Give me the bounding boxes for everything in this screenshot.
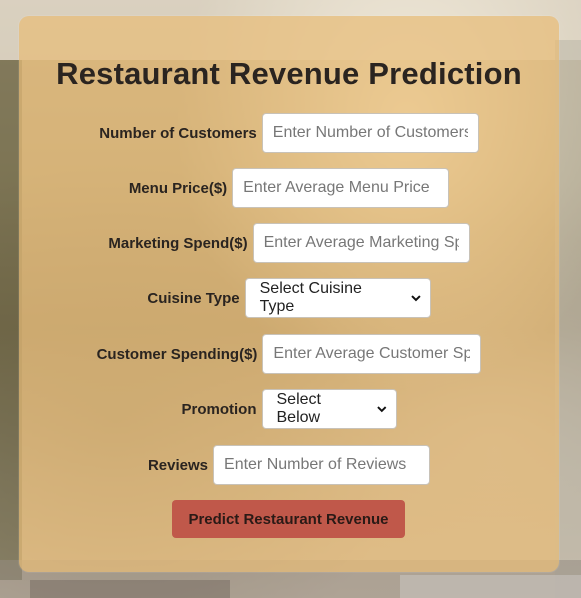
chevron-down-icon [411, 295, 421, 302]
cuisine-type-selected: Select Cuisine Type [259, 280, 362, 315]
page-background: Restaurant Revenue Prediction Number of … [0, 0, 581, 598]
customers-row: Number of Customers [19, 113, 559, 153]
predict-button[interactable]: Predict Restaurant Revenue [172, 500, 405, 538]
promotion-selected: Select Below [276, 391, 321, 426]
customer-spending-row: Customer Spending($) [19, 334, 559, 374]
marketing-spend-label: Marketing Spend($) [108, 234, 248, 252]
page-title: Restaurant Revenue Prediction [56, 56, 522, 91]
customer-spending-label: Customer Spending($) [96, 345, 258, 363]
reviews-input[interactable] [213, 445, 431, 485]
menu-price-label: Menu Price($) [128, 179, 228, 197]
customers-label: Number of Customers [99, 124, 257, 142]
customer-spending-input[interactable] [262, 334, 482, 374]
customers-input[interactable] [261, 113, 479, 153]
reviews-label: Reviews [147, 456, 209, 474]
cuisine-type-label: Cuisine Type [147, 289, 240, 307]
cuisine-type-select[interactable]: Select Cuisine Type [244, 278, 431, 318]
chevron-down-icon [377, 406, 387, 413]
cuisine-type-row: Cuisine Type Select Cuisine Type [19, 278, 559, 318]
marketing-spend-row: Marketing Spend($) [19, 223, 559, 263]
promotion-label: Promotion [181, 400, 257, 418]
menu-price-input[interactable] [232, 168, 450, 208]
reviews-row: Reviews [19, 445, 559, 485]
menu-price-row: Menu Price($) [19, 168, 559, 208]
marketing-spend-input[interactable] [252, 223, 470, 263]
promotion-row: Promotion Select Below [19, 389, 559, 429]
prediction-form-panel: Restaurant Revenue Prediction Number of … [19, 16, 559, 572]
promotion-select[interactable]: Select Below [261, 389, 397, 429]
